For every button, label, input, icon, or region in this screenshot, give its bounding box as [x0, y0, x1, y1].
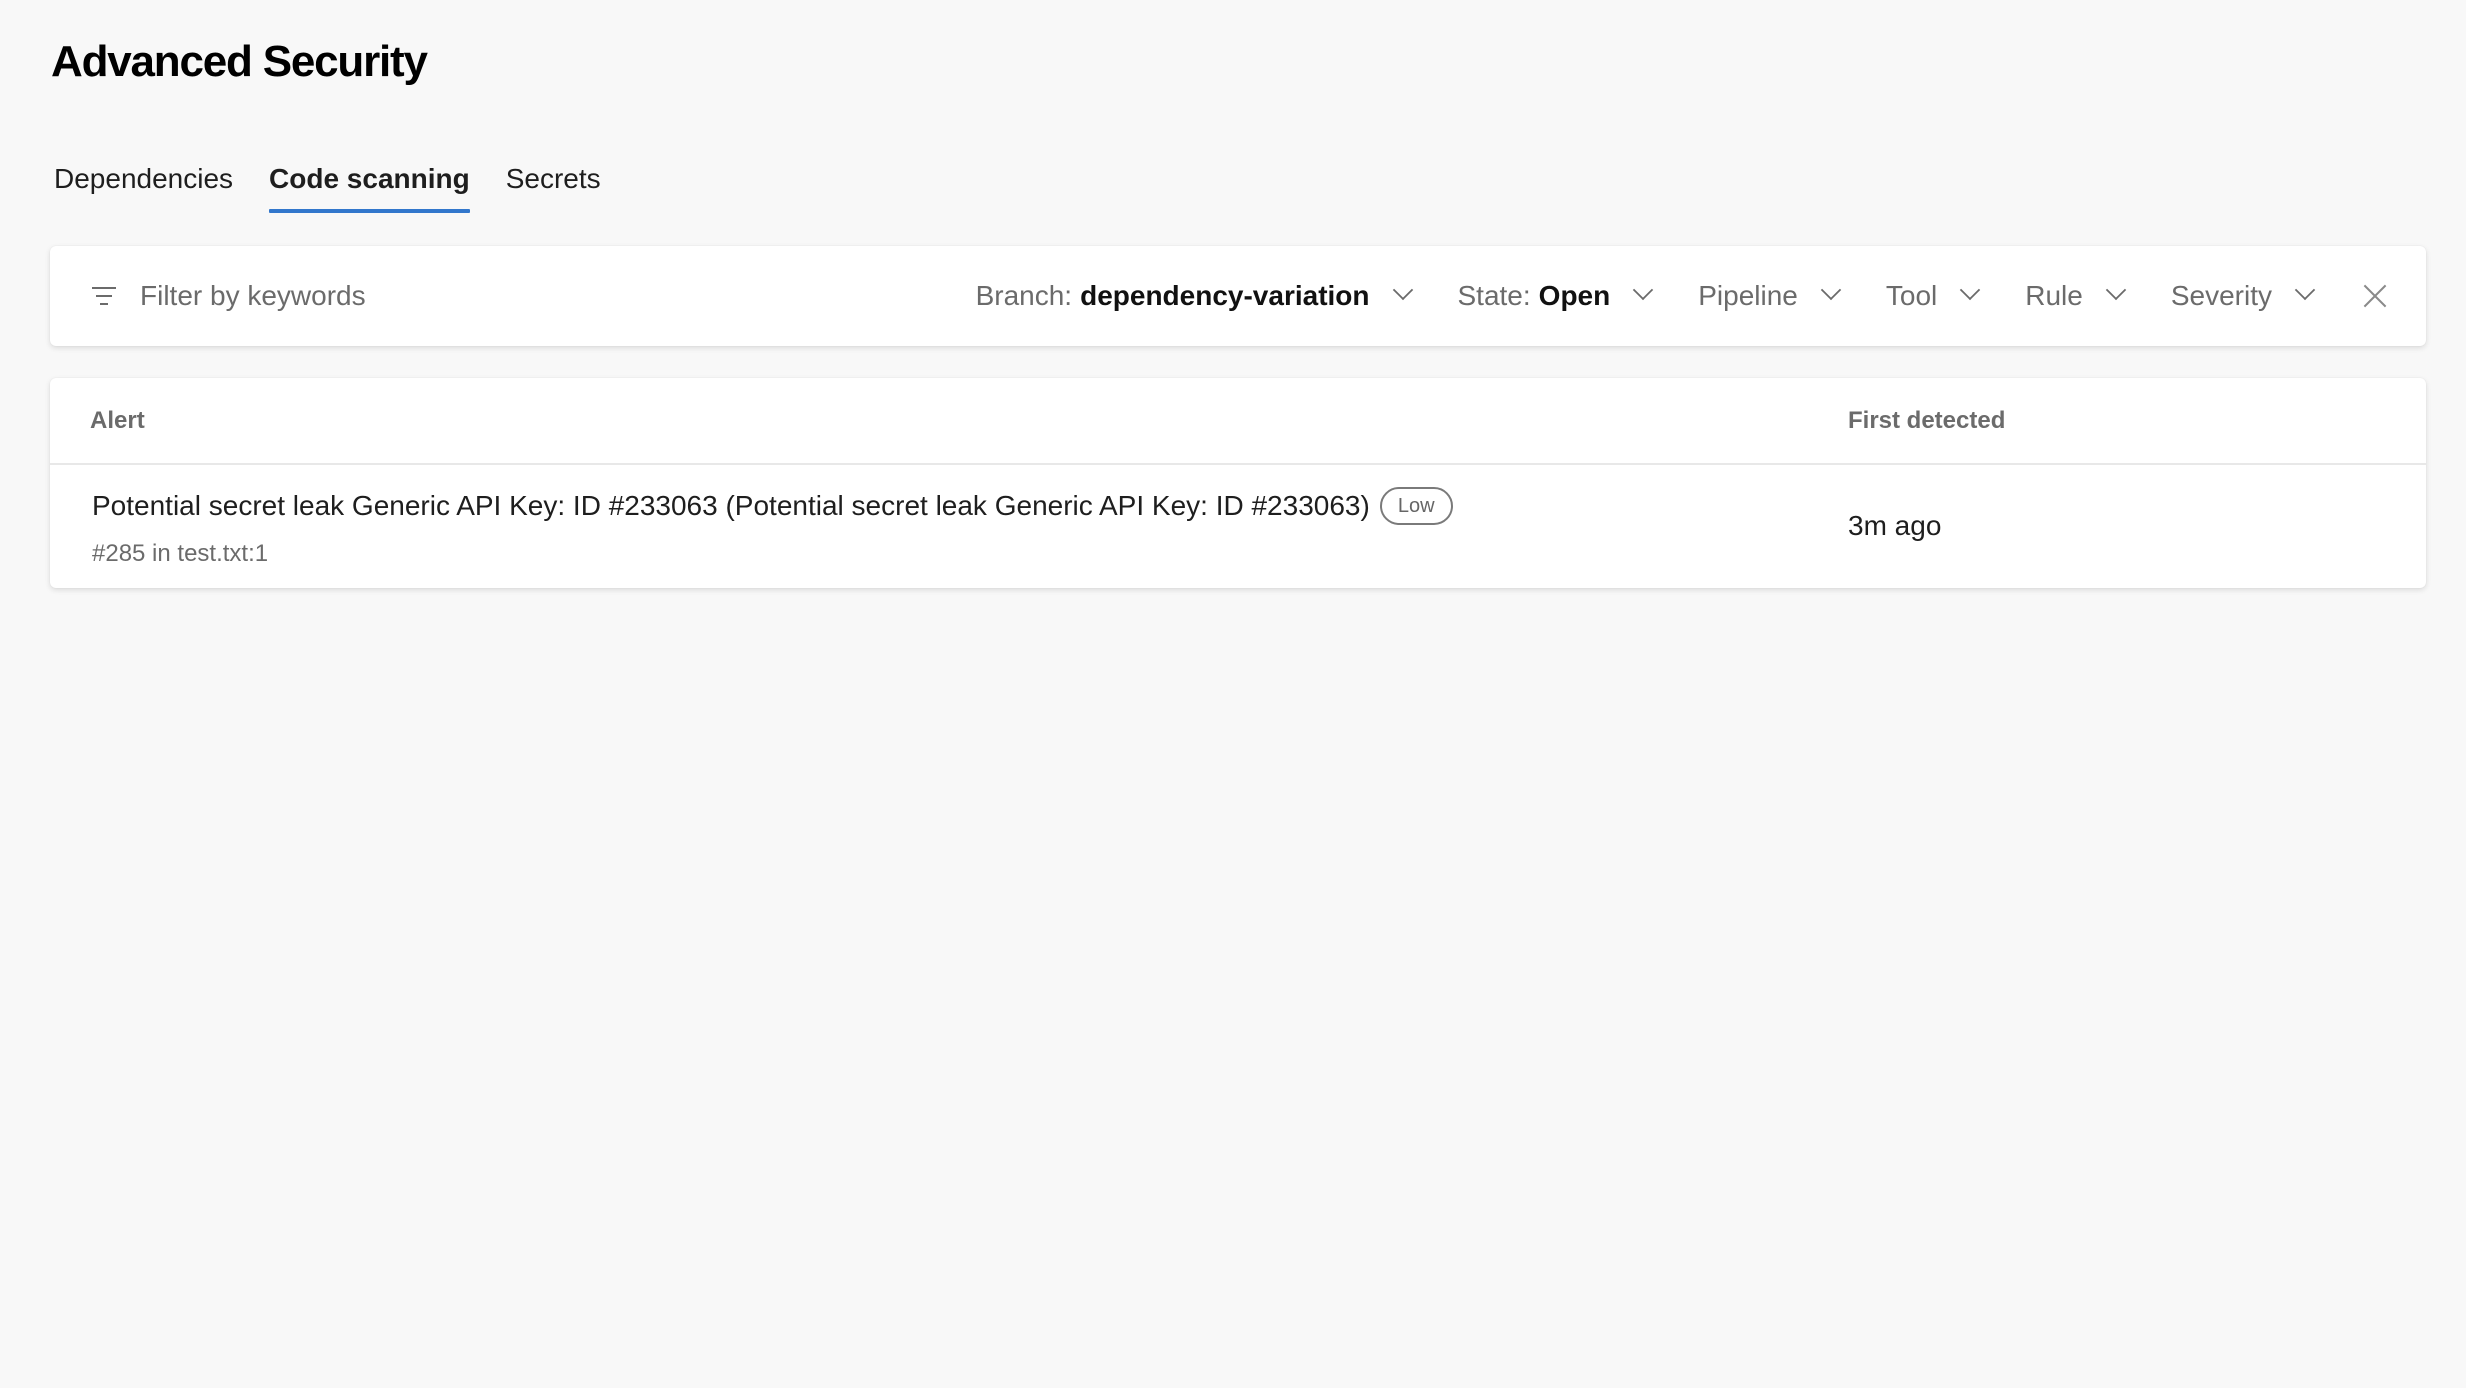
pipeline-filter-label: Pipeline [1698, 280, 1798, 311]
table-header: Alert First detected [50, 378, 2426, 465]
tab-secrets[interactable]: Secrets [506, 145, 601, 213]
severity-filter-dropdown[interactable]: Severity [2171, 280, 2312, 312]
rule-filter-dropdown[interactable]: Rule [2025, 280, 2123, 312]
chevron-down-icon [2105, 282, 2123, 300]
alert-location: #285 in test.txt:1 [92, 540, 269, 567]
chevron-down-icon [1392, 282, 1410, 300]
branch-filter-dropdown[interactable]: Branch: dependency-variation [976, 280, 1410, 312]
tab-code-scanning[interactable]: Code scanning [269, 145, 470, 213]
severity-badge: Low [1379, 487, 1453, 525]
tool-filter-dropdown[interactable]: Tool [1886, 280, 1977, 312]
filter-icon [90, 285, 118, 307]
alert-title-cell: Potential secret leak Generic API Key: I… [92, 487, 1453, 525]
keyword-filter [90, 279, 976, 313]
chevron-down-icon [1632, 282, 1650, 300]
pipeline-filter-dropdown[interactable]: Pipeline [1698, 280, 1838, 312]
state-filter-label: State: [1457, 280, 1531, 311]
column-header-first-detected[interactable]: First detected [1848, 378, 2005, 463]
clear-filters-close-icon[interactable] [2360, 281, 2390, 311]
branch-filter-value: dependency-variation [1080, 280, 1370, 311]
alerts-table: Alert First detected Potential secret le… [50, 378, 2426, 588]
branch-filter-label: Branch: [975, 280, 1073, 311]
tool-filter-label: Tool [1885, 280, 1938, 311]
page-title: Advanced Security [51, 37, 428, 86]
chevron-down-icon [1820, 282, 1838, 300]
tab-bar: Dependencies Code scanning Secrets [54, 145, 637, 215]
table-row[interactable]: Potential secret leak Generic API Key: I… [50, 465, 2426, 588]
alert-title[interactable]: Potential secret leak Generic API Key: I… [92, 490, 1370, 522]
chevron-down-icon [1959, 282, 1977, 300]
tab-dependencies[interactable]: Dependencies [54, 145, 233, 213]
column-header-alert[interactable]: Alert [90, 378, 145, 463]
state-filter-dropdown[interactable]: State: Open [1458, 280, 1651, 312]
keyword-filter-input[interactable] [138, 279, 742, 313]
state-filter-value: Open [1538, 280, 1611, 311]
chevron-down-icon [2294, 282, 2312, 300]
first-detected-value: 3m ago [1848, 510, 1942, 541]
severity-filter-label: Severity [2170, 280, 2272, 311]
rule-filter-label: Rule [2025, 280, 2083, 311]
filter-bar: Branch: dependency-variation State: Open… [50, 246, 2426, 346]
